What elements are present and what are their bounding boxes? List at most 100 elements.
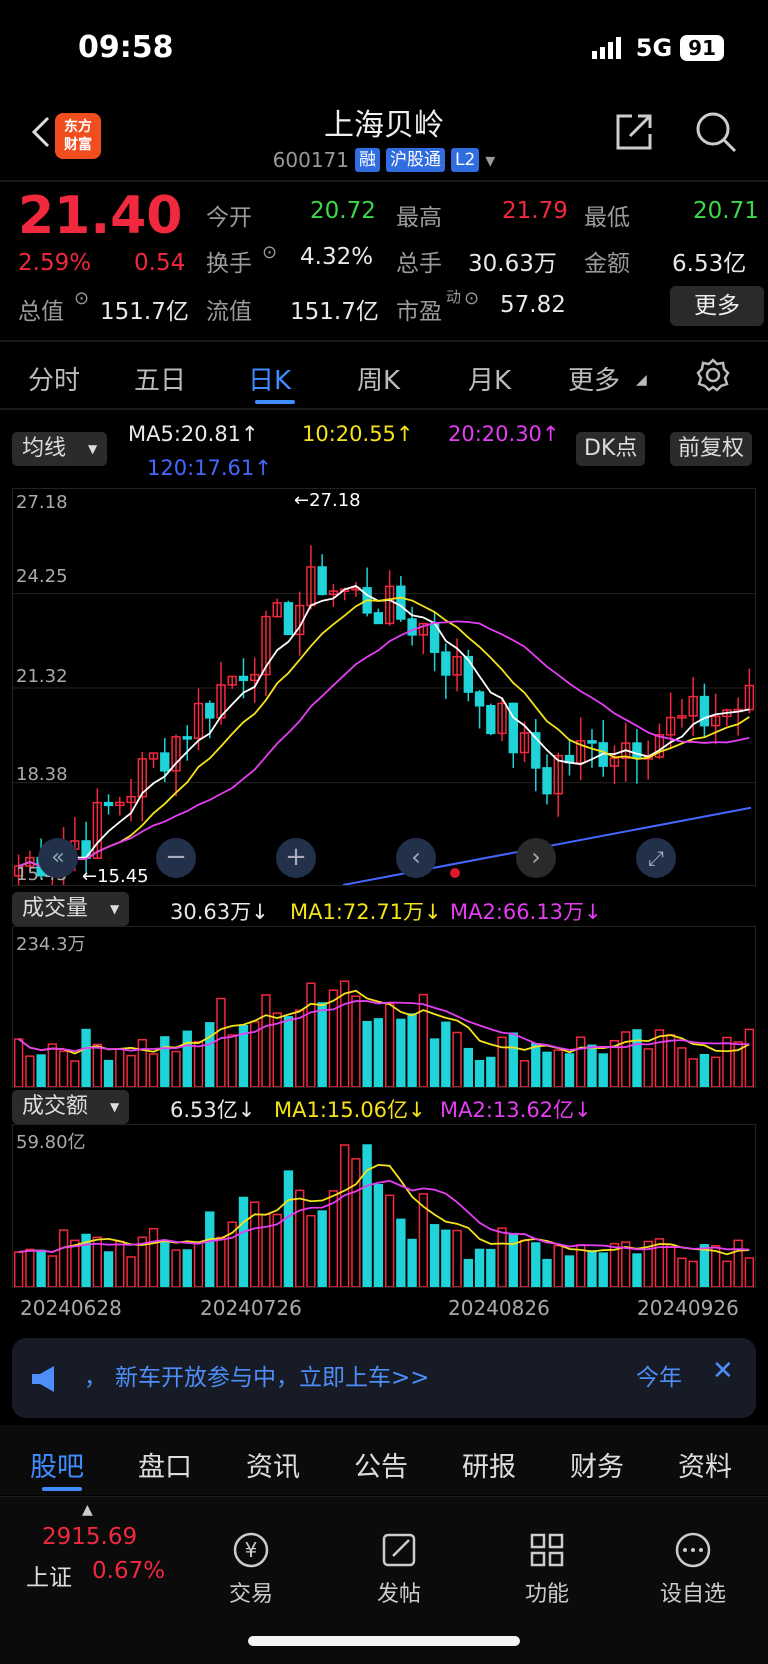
tab-more[interactable]: 更多 [568, 360, 620, 397]
chevron-down-icon: ▼ [110, 902, 120, 916]
chevron-down-icon: ▼ [110, 1100, 120, 1114]
adjust-button[interactable]: 前复权 [670, 432, 753, 466]
amount-bar [58, 1229, 69, 1288]
volume-bar [677, 1047, 687, 1088]
volume-chart[interactable] [12, 926, 756, 1088]
dk-point-button[interactable]: DK点 [576, 432, 646, 466]
candle-body [317, 566, 327, 596]
share-icon[interactable] [612, 110, 656, 154]
amount-bar [598, 1252, 608, 1288]
page-dot [450, 868, 460, 878]
volume-bar [283, 1016, 294, 1088]
post-button[interactable]: 发帖 [344, 1530, 454, 1608]
ma-line [18, 1163, 750, 1256]
kline-chart[interactable] [12, 488, 756, 896]
volume-bar [744, 1028, 755, 1088]
turnover-label: 换手 [206, 251, 252, 277]
low-value: 20.71 [693, 198, 759, 224]
tab-research[interactable]: 研报 [462, 1445, 516, 1484]
volume-bar [351, 995, 361, 1088]
volume-bar [463, 1047, 474, 1088]
volume-bar [643, 1048, 653, 1088]
tab-monthly-k[interactable]: 月K [468, 360, 511, 397]
tab-orderbook[interactable]: 盘口 [138, 1445, 192, 1484]
rewind-icon[interactable]: « [38, 838, 78, 878]
info-icon[interactable]: ⊙ [464, 288, 479, 309]
functions-button[interactable]: 功能 [492, 1530, 602, 1608]
tab-intraday[interactable]: 分时 [28, 360, 80, 397]
watchlist-button[interactable]: 设自选 [638, 1530, 748, 1608]
candle-body [542, 767, 552, 795]
amount-bar [182, 1249, 192, 1288]
volume-bar [205, 1022, 215, 1088]
banner-text[interactable]: 新车开放参与中，立即上车>> [115, 1358, 430, 1392]
volume-ma2: MA2:66.13万↓ [450, 900, 602, 924]
amount-bar [463, 1258, 474, 1288]
candle-body [373, 612, 384, 625]
tab-weekly-k[interactable]: 周K [357, 360, 400, 397]
amount-bar [193, 1241, 204, 1288]
ma5-label: MA5:20.81↑ [128, 422, 259, 446]
chevron-down-icon: ◢ [636, 372, 647, 388]
close-icon[interactable]: ✕ [712, 1356, 734, 1386]
tab-five-day[interactable]: 五日 [134, 360, 186, 397]
volume-bar [25, 1055, 35, 1088]
fullscreen-icon[interactable]: ⤢ [636, 838, 676, 878]
more-button[interactable]: 更多 [670, 286, 764, 326]
volume-bar [632, 1029, 642, 1088]
tab-forum[interactable]: 股吧 [30, 1445, 84, 1484]
index-value[interactable]: 2915.69 [42, 1524, 137, 1550]
volume-bar [508, 1032, 518, 1088]
zoom-out-icon[interactable]: − [156, 838, 196, 878]
ma-line [18, 1000, 750, 1053]
ma-line [18, 1179, 750, 1253]
home-indicator[interactable] [248, 1636, 520, 1646]
prev-icon[interactable]: ‹ [396, 838, 436, 878]
current-price: 21.40 [18, 186, 183, 246]
signal-icon [591, 37, 621, 59]
volume-bar [70, 1060, 80, 1088]
amount-bar [632, 1253, 642, 1288]
amount-bar [36, 1249, 46, 1288]
content-tabs: 股吧 盘口 资讯 公告 研报 财务 资料 [0, 1425, 768, 1495]
volume-value: 30.63万↓ [170, 900, 269, 924]
info-icon[interactable]: ⊙ [262, 242, 277, 263]
tag-connect: 沪股通 [386, 148, 445, 172]
amount-bar [351, 1158, 361, 1288]
volume-bar [542, 1051, 552, 1088]
tab-news[interactable]: 资讯 [246, 1445, 300, 1484]
amount-bar [429, 1224, 440, 1288]
chevron-down-icon[interactable]: ▾ [485, 148, 495, 172]
high-value: 21.79 [502, 198, 568, 224]
amount-selector[interactable]: 成交额 ▼ [12, 1090, 130, 1124]
amount-chart[interactable] [12, 1124, 756, 1288]
tab-announcements[interactable]: 公告 [354, 1445, 408, 1484]
candle-body [103, 801, 114, 807]
tab-daily-k[interactable]: 日K [248, 360, 291, 397]
change-amount: 0.54 [134, 250, 186, 276]
date-label: 20240926 [637, 1296, 739, 1320]
volume-selector[interactable]: 成交量 ▼ [12, 892, 130, 926]
tab-finance[interactable]: 财务 [570, 1445, 624, 1484]
indicator-selector[interactable]: 均线 ▼ [12, 432, 108, 466]
volume-bar [441, 1021, 451, 1088]
volume-bar [429, 1038, 440, 1088]
amount-bar [205, 1211, 215, 1288]
zoom-in-icon[interactable]: + [276, 838, 316, 878]
next-icon[interactable]: › [516, 838, 556, 878]
pe-value: 57.82 [500, 292, 566, 318]
volume-bar [564, 1053, 575, 1088]
candle-body [587, 740, 597, 744]
info-icon[interactable]: ⊙ [74, 288, 89, 309]
y-tick-label: 24.25 [16, 566, 68, 587]
amount-bar [25, 1248, 35, 1288]
search-icon[interactable] [694, 110, 738, 154]
trade-button[interactable]: ¥ 交易 [196, 1530, 306, 1608]
gear-icon[interactable] [696, 358, 730, 392]
status-time: 09:58 [78, 30, 174, 65]
ma10-label: 10:20.55↑ [302, 422, 414, 446]
volume-bar [688, 1058, 698, 1088]
volume-bar [306, 982, 316, 1088]
volume-bar [722, 1036, 732, 1088]
tab-profile[interactable]: 资料 [678, 1445, 732, 1484]
